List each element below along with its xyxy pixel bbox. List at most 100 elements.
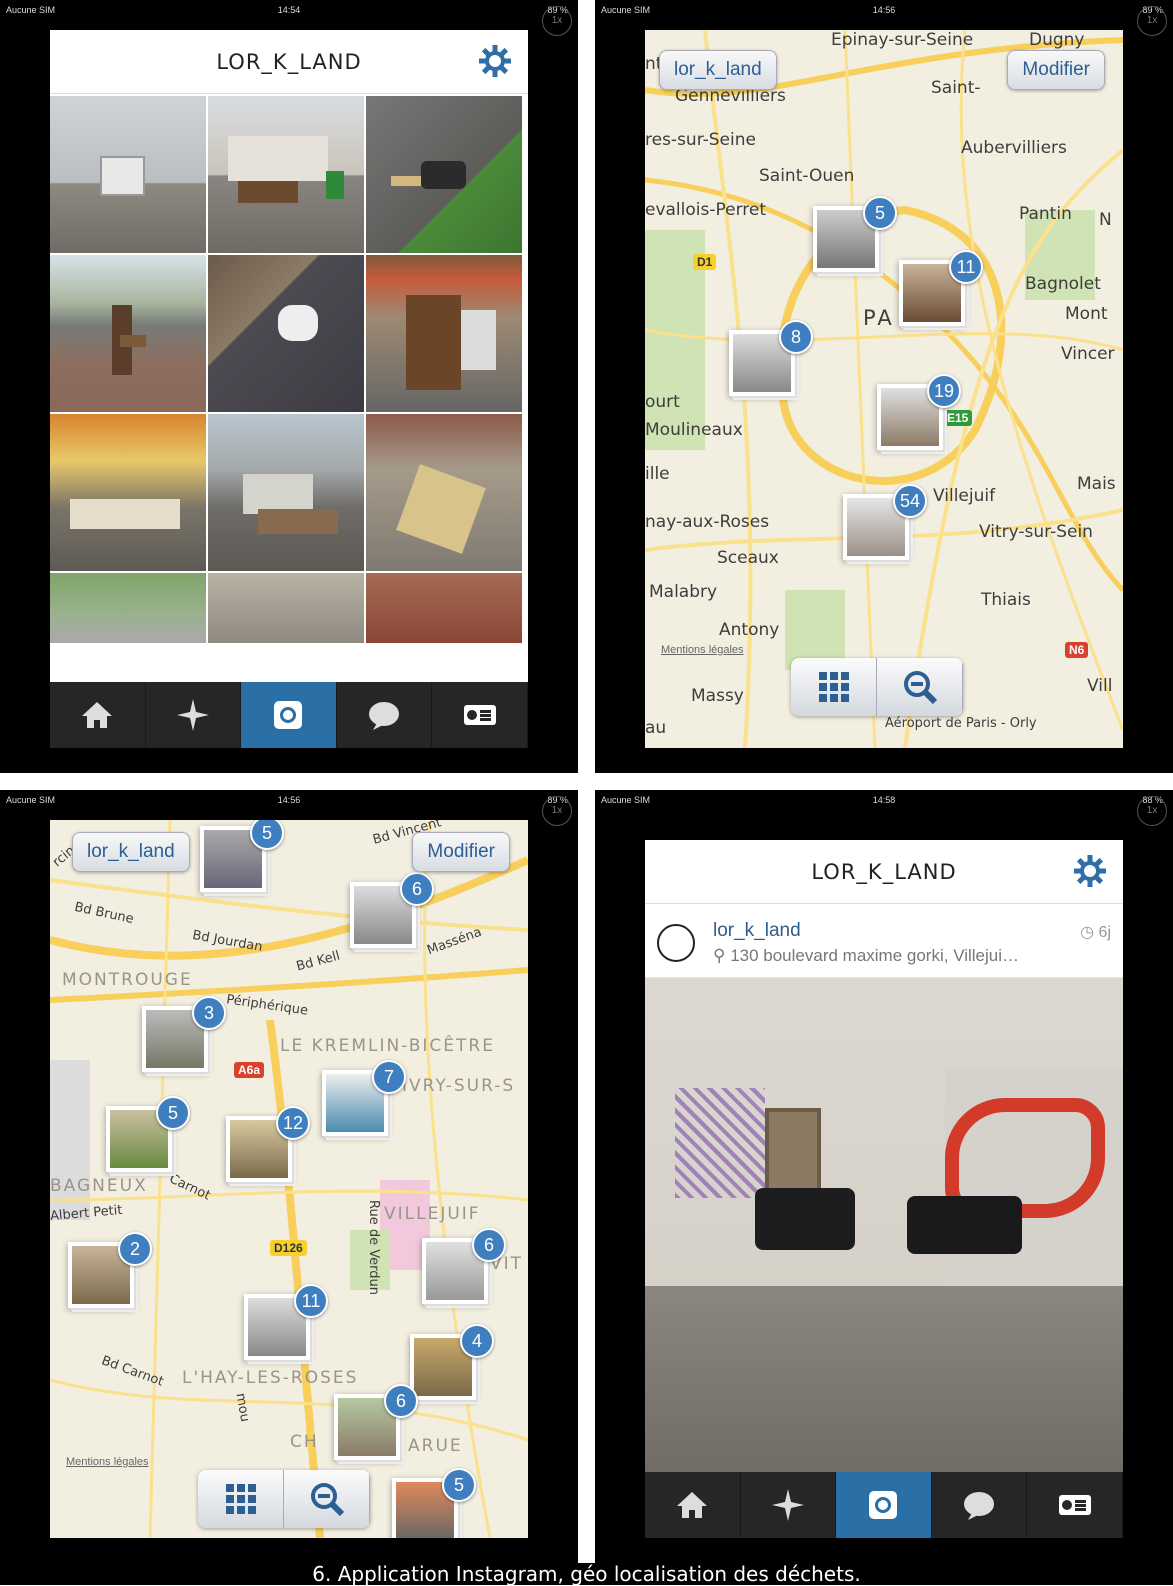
map-toolbar <box>791 658 963 716</box>
screenshot-post: Aucune SIM 14:58 88 % 1x LOR_K_LAND lor_… <box>595 790 1173 1563</box>
zoom-1x-button[interactable]: 1x <box>1137 796 1167 826</box>
post-header: LOR_K_LAND <box>645 840 1123 904</box>
map-place-label: Malabry <box>649 582 718 602</box>
photo-thumb[interactable] <box>208 96 364 253</box>
grid-view-button[interactable] <box>791 658 877 716</box>
camera-icon <box>274 701 303 729</box>
cluster-count: 54 <box>893 484 927 518</box>
back-button[interactable]: lor_k_land <box>72 832 190 872</box>
zoom-1x-button[interactable]: 1x <box>542 6 572 36</box>
tab-explore[interactable] <box>741 1472 837 1538</box>
map-toolbar <box>198 1470 370 1528</box>
map-place-label: Thiais <box>981 590 1031 610</box>
tab-camera[interactable] <box>241 682 337 748</box>
clock-label: 14:56 <box>277 795 301 805</box>
map-place-label: L'HAY-LES-ROSES <box>182 1368 359 1388</box>
zoom-out-button[interactable] <box>877 658 963 716</box>
post-photo[interactable] <box>645 978 1123 1492</box>
profile-icon <box>1058 1495 1091 1515</box>
map-place-label: LE KREMLIN-BICÊTRE <box>280 1036 495 1056</box>
back-button[interactable]: lor_k_land <box>659 50 777 90</box>
tab-profile[interactable] <box>1027 1472 1123 1538</box>
tab-news[interactable] <box>932 1472 1028 1538</box>
app-screen: Epinay-sur-Seine Dugny Gennevilliers Sai… <box>645 30 1123 748</box>
map-place-label: Villejuif <box>933 486 996 506</box>
screenshot-map-south: Aucune SIM 14:56 89 % 1x Bd Vincent Bd B… <box>0 790 578 1563</box>
cluster-count: 3 <box>192 996 226 1030</box>
photo-thumb[interactable] <box>50 414 206 571</box>
clock-label: 14:54 <box>277 5 301 15</box>
road-shield: E15 <box>943 410 973 426</box>
pin-icon: ⚲ <box>713 946 731 965</box>
map-place-label: Rue de Verdun <box>365 1200 381 1295</box>
grid-view-button[interactable] <box>198 1470 284 1528</box>
map-place-label: Epinay-sur-Seine <box>831 30 974 50</box>
photo-thumb[interactable] <box>50 96 206 253</box>
status-bar: Aucune SIM 14:56 89 % <box>595 0 1173 20</box>
cluster-count: 7 <box>372 1060 406 1094</box>
photo-thumb[interactable] <box>50 255 206 412</box>
map-place-label: ourt <box>645 392 680 412</box>
post-location[interactable]: ⚲ 130 boulevard maxime gorki, Villejui… <box>713 946 1019 966</box>
edit-button[interactable]: Modifier <box>412 832 510 872</box>
clock-label: 14:56 <box>872 5 896 15</box>
post-age: ◷ 6j <box>1080 924 1111 941</box>
map-place-label: Sceaux <box>717 548 779 568</box>
map-place-label: Aéroport de Paris - Orly <box>885 716 1037 731</box>
tab-profile[interactable] <box>432 682 528 748</box>
page-title: LOR_K_LAND <box>216 50 362 74</box>
photo-thumb[interactable] <box>50 573 206 643</box>
zoom-1x-button[interactable]: 1x <box>542 796 572 826</box>
map-place-label: CH <box>290 1432 319 1452</box>
map-place-label: evallois-Perret <box>645 200 767 220</box>
photo-thumb[interactable] <box>208 414 364 571</box>
photo-thumb[interactable] <box>366 96 522 253</box>
clock-icon: ◷ <box>1080 924 1099 941</box>
tab-camera[interactable] <box>836 1472 932 1538</box>
photo-thumb[interactable] <box>366 573 522 643</box>
explore-icon <box>771 1489 804 1521</box>
tab-bar <box>50 682 528 748</box>
legal-link[interactable]: Mentions légales <box>661 644 744 656</box>
road-shield: A6a <box>234 1062 265 1078</box>
map-canvas[interactable]: Epinay-sur-Seine Dugny Gennevilliers Sai… <box>645 30 1123 748</box>
post-username[interactable]: lor_k_land <box>713 920 801 942</box>
edit-button[interactable]: Modifier <box>1007 50 1105 90</box>
screenshot-map-paris: Aucune SIM 14:56 89 % 1x Epinay-sur-Sein… <box>595 0 1173 773</box>
map-place-label: Saint- <box>931 78 981 98</box>
cluster-count: 5 <box>863 196 897 230</box>
tab-news[interactable] <box>337 682 433 748</box>
tab-home[interactable] <box>645 1472 741 1538</box>
map-place-label: IVRY-SUR-S <box>402 1076 516 1096</box>
map-place-label: nay-aux-Roses <box>645 512 770 532</box>
post-author-bar: lor_k_land ⚲ 130 boulevard maxime gorki,… <box>645 906 1123 978</box>
cluster-count: 11 <box>949 250 983 284</box>
map-place-label: VILLEJUIF <box>384 1204 481 1224</box>
legal-link[interactable]: Mentions légales <box>66 1456 149 1468</box>
photo-thumb[interactable] <box>208 573 364 643</box>
figure-caption: 6. Application Instagram, géo localisati… <box>0 1563 1173 1585</box>
map-canvas[interactable]: Bd Vincent Bd Brune Bd Jourdan Bd Kell M… <box>50 820 528 1538</box>
photo-thumb[interactable] <box>366 414 522 571</box>
zoom-out-button[interactable] <box>284 1470 370 1528</box>
grid-icon <box>818 672 849 702</box>
map-place-label: Massy <box>691 686 744 706</box>
gear-icon[interactable] <box>1073 854 1107 888</box>
cluster-count: 5 <box>442 1468 476 1502</box>
tab-explore[interactable] <box>146 682 242 748</box>
news-icon <box>369 702 400 730</box>
road-shield: N6 <box>1065 642 1089 658</box>
zoom-1x-button[interactable]: 1x <box>1137 6 1167 36</box>
photo-thumb[interactable] <box>366 255 522 412</box>
map-place-label: Moulineaux <box>645 420 743 440</box>
gear-icon[interactable] <box>478 44 512 78</box>
status-bar: Aucune SIM 14:56 89 % <box>0 790 578 810</box>
app-screen: Bd Vincent Bd Brune Bd Jourdan Bd Kell M… <box>50 820 528 1538</box>
road-shield: D126 <box>270 1240 307 1256</box>
avatar[interactable] <box>657 924 695 962</box>
photo-thumb[interactable] <box>208 255 364 412</box>
page-title: LOR_K_LAND <box>811 860 957 884</box>
map-place-label: MONTROUGE <box>62 970 193 990</box>
tab-home[interactable] <box>50 682 146 748</box>
map-place-label: Mont <box>1065 304 1108 324</box>
